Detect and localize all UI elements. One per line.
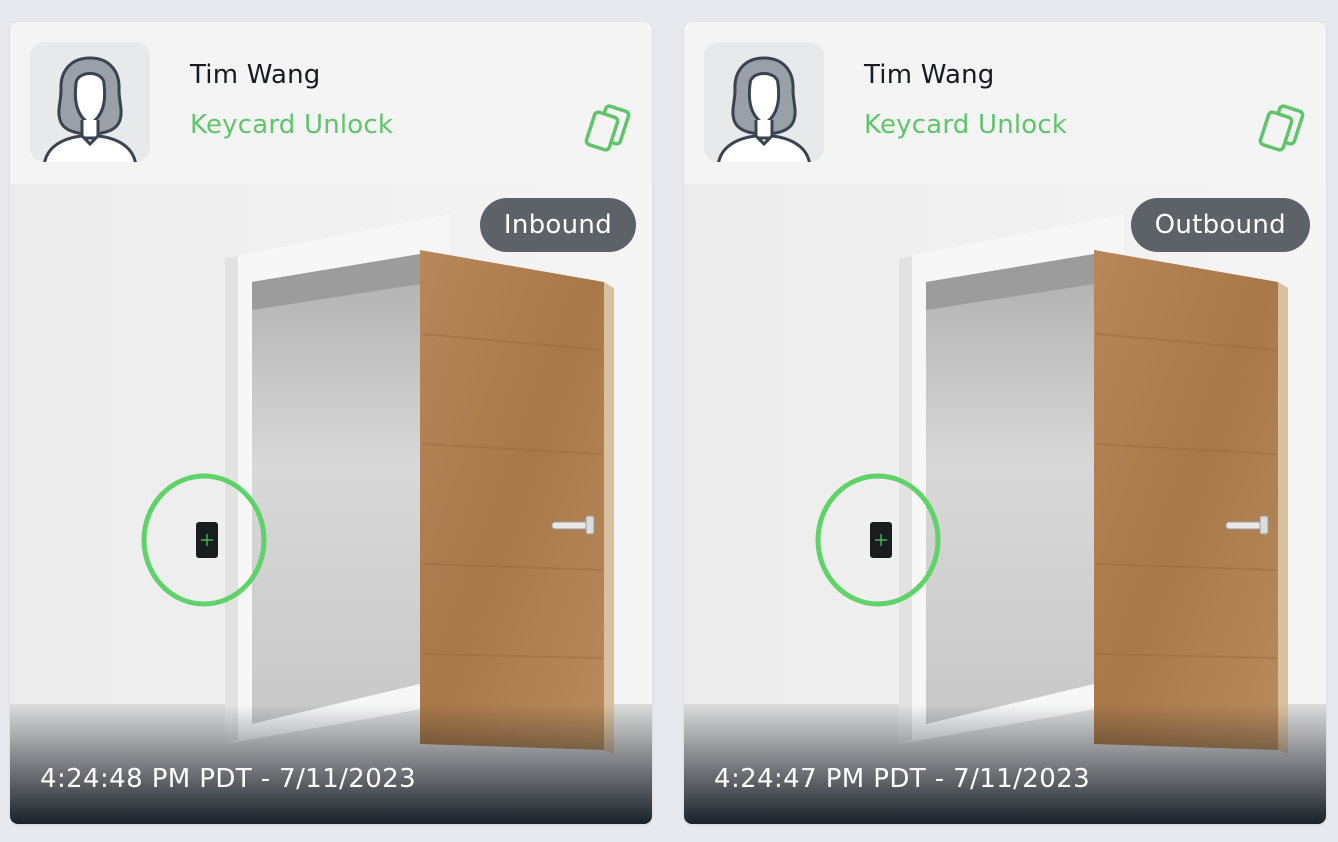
user-name: Tim Wang <box>864 60 995 90</box>
event-timestamp: 4:24:48 PM PDT - 7/11/2023 <box>40 764 417 794</box>
door-camera-snapshot[interactable]: 4:24:48 PM PDT - 7/11/2023 <box>10 184 652 824</box>
event-header: Tim Wang Keycard Unlock <box>10 22 652 184</box>
door-camera-snapshot[interactable]: 4:24:47 PM PDT - 7/11/2023 <box>684 184 1326 824</box>
event-type: Keycard Unlock <box>864 110 1068 140</box>
access-event-card[interactable]: Tim Wang Keycard Unlock <box>10 22 652 824</box>
card-reader-icon <box>196 522 218 558</box>
access-event-card[interactable]: Tim Wang Keycard Unlock <box>684 22 1326 824</box>
keycard-icon[interactable] <box>584 104 634 152</box>
card-reader-icon <box>870 522 892 558</box>
person-silhouette-icon <box>717 56 811 162</box>
direction-badge: Outbound <box>1130 198 1310 252</box>
event-type: Keycard Unlock <box>190 110 394 140</box>
event-header: Tim Wang Keycard Unlock <box>684 22 1326 184</box>
avatar <box>30 42 150 162</box>
event-timestamp: 4:24:47 PM PDT - 7/11/2023 <box>714 764 1091 794</box>
keycard-icon[interactable] <box>1258 104 1308 152</box>
avatar <box>704 42 824 162</box>
direction-badge: Inbound <box>479 198 636 252</box>
user-name: Tim Wang <box>190 60 321 90</box>
person-silhouette-icon <box>43 56 137 162</box>
